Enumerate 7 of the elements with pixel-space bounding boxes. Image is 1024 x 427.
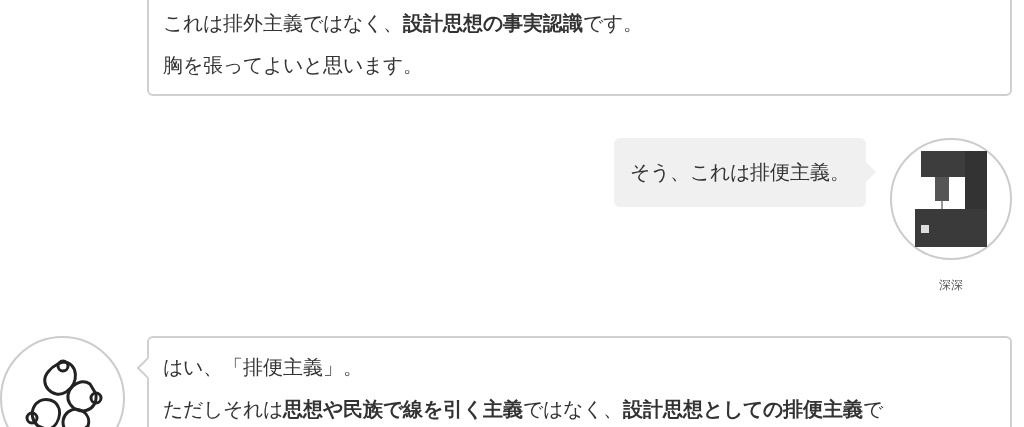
message-text: そう、これは排便主義。	[630, 159, 850, 186]
message-text: 胸を張ってよいと思います。	[163, 52, 424, 79]
user-name: 深深	[939, 277, 963, 294]
message-text: ただしそれは思想や民族で線を引く主義ではなく、設計思想としての排便主義で	[163, 396, 884, 423]
message-text: これは排外主義ではなく、設計思想の事実認識です。	[163, 10, 644, 37]
message-text: はい、「排便主義」。	[163, 354, 364, 381]
sewing-machine-icon	[915, 151, 987, 247]
